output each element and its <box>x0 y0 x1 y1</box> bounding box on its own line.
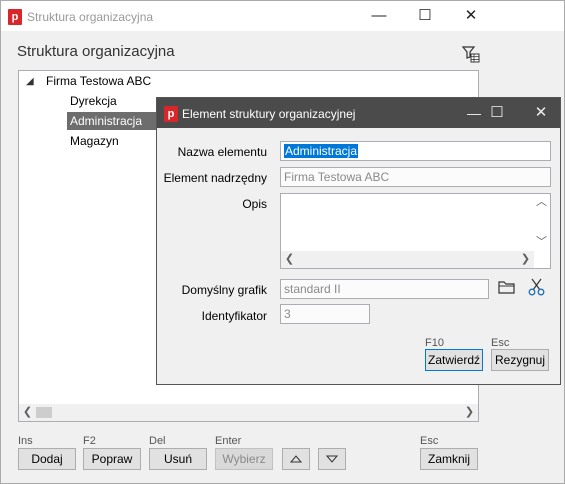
shortcut-hint: F2 <box>83 435 96 447</box>
tree-node[interactable]: Dyrekcja <box>67 92 120 110</box>
shortcut-hint: Enter <box>215 435 242 447</box>
collapse-arrow-icon[interactable]: ◢ <box>26 76 34 87</box>
vertical-scrollbar[interactable]: ︿ ﹀ <box>533 194 550 268</box>
parent-field[interactable]: Firma Testowa ABC <box>280 167 551 187</box>
shortcut-hint: Esc <box>420 435 439 447</box>
shortcut-hint: F10 <box>425 337 444 349</box>
move-up-button[interactable] <box>282 448 310 470</box>
horizontal-scrollbar[interactable]: ❮ ❯ <box>19 404 478 421</box>
minimize-button[interactable]: — <box>356 1 402 31</box>
scroll-up-icon[interactable]: ︿ <box>533 194 550 211</box>
shortcut-hint: Esc <box>491 337 510 349</box>
tree-node-selected[interactable]: Administracja <box>67 112 162 130</box>
shortcut-hint: Ins <box>18 435 33 447</box>
folder-icon[interactable] <box>498 279 516 295</box>
schedule-field[interactable]: standard II <box>280 279 489 299</box>
edit-button[interactable]: Popraw <box>83 448 141 470</box>
scroll-right-icon[interactable]: ❯ <box>461 404 478 421</box>
schedule-label: Domyślny grafik <box>181 283 267 297</box>
delete-button[interactable]: Usuń <box>149 448 207 470</box>
scroll-right-icon[interactable]: ❯ <box>517 251 534 268</box>
window-title: Struktura organizacyjna <box>27 10 154 24</box>
shortcut-hint: Del <box>149 435 166 447</box>
tree-node[interactable]: Magazyn <box>67 132 122 150</box>
identifier-label: Identyfikator <box>201 309 267 323</box>
name-value: Administracja <box>284 144 359 158</box>
scrollbar-thumb[interactable] <box>36 407 52 418</box>
close-window-button[interactable]: ✕ <box>448 1 494 31</box>
filter-list-icon[interactable] <box>462 45 480 63</box>
app-logo-icon: p <box>8 9 22 25</box>
element-dialog: p Element struktury organizacyjnej — ☐ ✕… <box>156 97 561 385</box>
move-down-button[interactable] <box>318 448 346 470</box>
identifier-field[interactable]: 3 <box>280 304 370 324</box>
maximize-button[interactable]: ☐ <box>474 98 520 128</box>
confirm-button[interactable]: Zatwierdź <box>425 349 483 371</box>
add-button[interactable]: Dodaj <box>18 448 76 470</box>
dialog-titlebar[interactable]: p Element struktury organizacyjnej — ☐ ✕ <box>157 98 560 128</box>
horizontal-scrollbar[interactable]: ❮ ❯ <box>281 251 534 268</box>
parent-label: Element nadrzędny <box>163 171 267 185</box>
triangle-down-icon <box>326 455 338 463</box>
close-button[interactable]: Zamknij <box>420 448 478 470</box>
name-input[interactable]: Administracja <box>280 141 551 161</box>
description-textarea[interactable]: ︿ ﹀ ❮ ❯ <box>280 193 551 269</box>
scissors-icon[interactable] <box>528 278 545 296</box>
close-dialog-button[interactable]: ✕ <box>518 98 564 128</box>
name-label: Nazwa elementu <box>177 145 267 159</box>
tree-node-root[interactable]: Firma Testowa ABC <box>43 72 154 90</box>
maximize-button[interactable]: ☐ <box>402 1 448 31</box>
app-logo-icon: p <box>164 106 178 122</box>
cancel-button[interactable]: Rezygnuj <box>491 349 549 371</box>
description-label: Opis <box>242 197 267 211</box>
select-button[interactable]: Wybierz <box>215 448 273 470</box>
main-titlebar[interactable]: p Struktura organizacyjna — ☐ ✕ <box>1 1 564 31</box>
page-title: Struktura organizacyjna <box>17 43 175 60</box>
scroll-left-icon[interactable]: ❮ <box>19 404 36 421</box>
triangle-up-icon <box>290 455 302 463</box>
scroll-down-icon[interactable]: ﹀ <box>533 234 550 251</box>
dialog-title: Element struktury organizacyjnej <box>182 107 356 121</box>
scroll-left-icon[interactable]: ❮ <box>281 251 298 268</box>
